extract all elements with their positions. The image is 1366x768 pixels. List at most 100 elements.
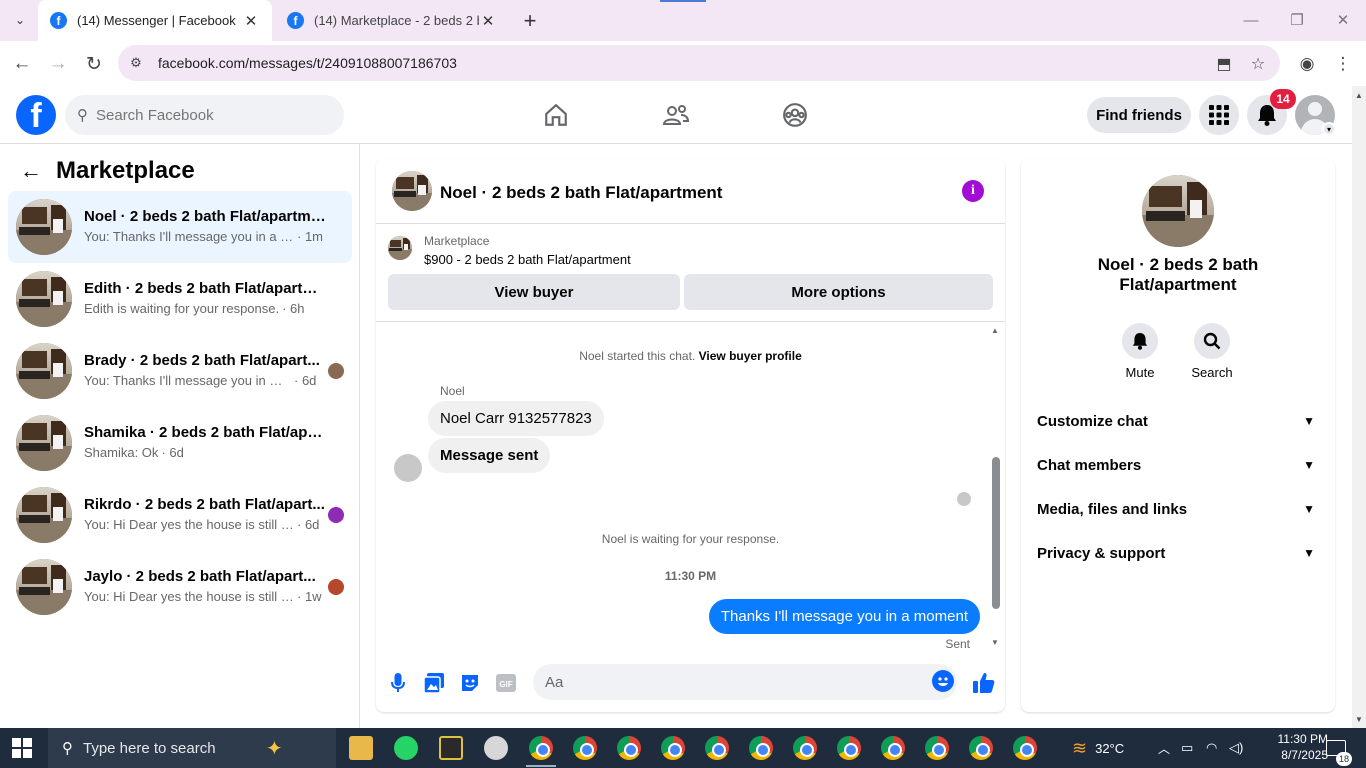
chevron-down-icon[interactable]: ▾ [1322,122,1336,136]
listing-thumbnail[interactable] [388,236,412,260]
reload-button[interactable]: ↻ [79,49,109,79]
system-clock[interactable]: 11:30 PM 8/7/2025 [1258,731,1328,763]
app-icon[interactable] [484,736,508,760]
emoji-icon[interactable] [932,670,954,692]
chrome-icon[interactable] [1013,736,1037,760]
conversation-item[interactable]: Rikrdo · 2 beds 2 bath Flat/apart... You… [8,479,352,551]
restore-button[interactable]: ❐ [1282,7,1312,33]
address-bar[interactable]: ⚙ facebook.com/messages/t/24091088007186… [118,45,1280,81]
tab-search-button[interactable]: ⌄ [7,9,33,31]
minimize-button[interactable]: — [1236,7,1266,33]
whatsapp-icon[interactable] [394,736,418,760]
forward-button[interactable]: → [43,49,73,79]
tab-messenger[interactable]: f (14) Messenger | Facebook ✕ [38,0,272,41]
facebook-logo-icon[interactable]: f [16,95,56,135]
view-buyer-button[interactable]: View buyer [388,274,680,310]
search-in-chat-button[interactable]: Search [1182,323,1242,380]
listing-thumbnail[interactable] [1142,175,1214,247]
weather-widget[interactable]: ≋ 32°C [1072,728,1124,768]
conversation-item[interactable]: Edith · 2 beds 2 bath Flat/apartment Edi… [8,263,352,335]
chrome-icon[interactable] [969,736,993,760]
find-friends-button[interactable]: Find friends [1087,97,1191,133]
install-app-icon[interactable]: ⬒ [1214,54,1234,74]
view-buyer-profile-link[interactable]: View buyer profile [699,349,802,363]
search-icon [1194,323,1230,359]
home-icon[interactable] [539,98,573,132]
site-info-icon[interactable]: ⚙ [122,49,150,77]
media-files-links-section[interactable]: Media, files and links ▼ [1037,489,1321,529]
windows-start-icon[interactable] [12,738,32,758]
mute-button[interactable]: Mute [1110,323,1170,380]
conversation-item[interactable]: Brady · 2 beds 2 bath Flat/apart... You:… [8,335,352,407]
scroll-up-icon[interactable]: ▲ [1352,88,1366,102]
close-tab-icon[interactable]: ✕ [242,12,260,30]
browser-menu-icon[interactable]: ⋮ [1328,49,1358,79]
chrome-icon[interactable] [529,736,553,760]
groups-icon[interactable] [778,98,812,132]
bookmark-star-icon[interactable]: ☆ [1248,54,1268,74]
profile-icon[interactable]: ◉ [1292,49,1322,79]
chrome-icon[interactable] [793,736,817,760]
privacy-support-section[interactable]: Privacy & support ▼ [1037,533,1321,573]
message-bubble-incoming[interactable]: Noel Carr 9132577823 [428,401,604,436]
chrome-icon[interactable] [881,736,905,760]
seen-avatar [328,507,344,523]
file-explorer-icon[interactable] [349,736,373,760]
app-icon[interactable] [439,736,463,760]
photo-icon[interactable] [420,669,448,697]
volume-icon[interactable]: ◁) [1229,728,1243,768]
back-button[interactable]: ← [7,49,37,79]
listing-price[interactable]: $900 - 2 beds 2 bath Flat/apartment [424,252,631,267]
conversation-item[interactable]: Shamika · 2 beds 2 bath Flat/apart... Sh… [8,407,352,479]
microphone-icon[interactable] [384,669,412,697]
scroll-down-icon[interactable]: ▼ [990,637,1000,647]
chrome-icon[interactable] [705,736,729,760]
message-input[interactable]: Aa [533,664,957,700]
message-bubble-incoming[interactable]: Message sent [428,438,551,473]
seen-avatar [328,579,344,595]
weather-icon: ≋ [1072,737,1088,758]
scroll-down-icon[interactable]: ▼ [1352,712,1366,726]
sticker-icon[interactable] [456,669,484,697]
customize-chat-section[interactable]: Customize chat ▼ [1037,401,1321,441]
thumbs-up-icon[interactable] [970,669,998,697]
new-tab-button[interactable]: + [518,8,542,33]
chat-scrollbar[interactable]: ▲ ▼ [990,326,1000,649]
facebook-search[interactable]: ⚲ [65,95,344,135]
close-tab-icon[interactable]: ✕ [479,12,497,30]
chrome-icon[interactable] [573,736,597,760]
show-hidden-icons[interactable]: ︿ [1158,728,1170,768]
page-scrollbar[interactable]: ▲ ▼ [1352,86,1366,728]
browser-toolbar: ← → ↻ ⚙ facebook.com/messages/t/24091088… [0,41,1366,86]
conversation-item[interactable]: Noel · 2 beds 2 bath Flat/apartment You:… [8,191,352,263]
browser-tabstrip: ⌄ f (14) Messenger | Facebook ✕ f (14) M… [0,0,1366,41]
chrome-icon[interactable] [749,736,773,760]
friends-icon[interactable] [659,98,693,132]
facebook-search-input[interactable] [96,106,316,124]
listing-thumbnail[interactable] [392,171,432,211]
conversation-item[interactable]: Jaylo · 2 beds 2 bath Flat/apart... You:… [8,551,352,623]
back-arrow-icon[interactable]: ← [16,156,46,186]
gif-icon[interactable]: GIF [492,669,520,697]
info-icon[interactable]: i [962,180,984,202]
scroll-up-icon[interactable]: ▲ [990,325,1000,335]
battery-icon[interactable]: ▭ [1181,728,1193,768]
wifi-icon[interactable]: ◠ [1206,728,1217,768]
chat-members-section[interactable]: Chat members ▼ [1037,445,1321,485]
chrome-icon[interactable] [661,736,685,760]
facebook-favicon-icon: f [287,12,304,29]
menu-grid-icon[interactable] [1199,95,1239,135]
more-options-button[interactable]: More options [684,274,993,310]
chrome-icon[interactable] [837,736,861,760]
chrome-icon[interactable] [617,736,641,760]
sender-avatar[interactable] [394,454,422,482]
notification-center-icon[interactable]: 18 [1326,728,1352,768]
chrome-icon[interactable] [925,736,949,760]
search-icon: ⚲ [62,740,73,757]
chat-title[interactable]: Noel · 2 beds 2 bath Flat/apartment [440,183,722,203]
taskbar-search[interactable]: ⚲ Type here to search ✦ [48,728,336,768]
close-window-button[interactable]: ✕ [1328,7,1358,33]
scroll-thumb[interactable] [992,457,1000,609]
message-bubble-outgoing[interactable]: Thanks I'll message you in a moment [708,599,980,634]
tab-marketplace[interactable]: f (14) Marketplace - 2 beds 2 bath Flat/… [275,0,509,41]
